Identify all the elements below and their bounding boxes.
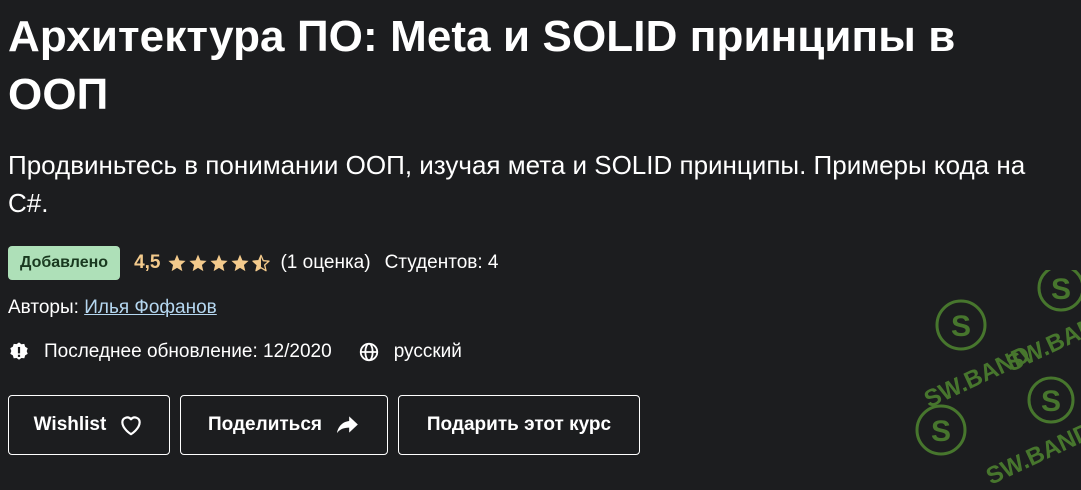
language: русский (358, 341, 462, 363)
authors-label: Авторы: (8, 297, 79, 318)
language-text: русский (393, 341, 462, 362)
course-subtitle: Продвиньтесь в понимании ООП, изучая мет… (8, 150, 1026, 218)
watermark-text-2: SW.BAND (1002, 305, 1081, 377)
watermark-s-4: S (1041, 385, 1061, 418)
gift-label: Подарить этот курс (426, 414, 612, 435)
last-updated-text: Последнее обновление: 12/2020 (44, 341, 332, 362)
watermark-text-3: SW.BAND (982, 418, 1081, 490)
star-icon (210, 254, 229, 272)
status-badge: Добавлено (8, 246, 121, 280)
gift-course-button[interactable]: Подарить этот курс (398, 395, 640, 455)
watermark-s-1: S (951, 310, 971, 343)
authors-line: Авторы: Илья Фофанов (8, 294, 217, 322)
last-updated: Последнее обновление: 12/2020 (8, 341, 332, 363)
share-label: Поделиться (207, 414, 323, 435)
wishlist-button[interactable]: Wishlist (8, 395, 170, 455)
course-header: Архитектура ПО: Meta и SOLID принципы в … (8, 8, 1068, 455)
badge-alert-icon (10, 342, 28, 360)
author-link[interactable]: Илья Фофанов (84, 297, 217, 318)
rating-stars[interactable] (167, 253, 272, 273)
heart-icon (121, 416, 142, 436)
rating-count-link[interactable]: (1 оценка) (280, 252, 370, 274)
rating-value: 4,5 (134, 252, 161, 273)
action-buttons: Wishlist Поделиться Подарить этот курс (8, 395, 650, 455)
star-half-icon (252, 254, 271, 272)
rating-row: Добавлено 4,5 (1 оценка) Студентов: 4 (8, 245, 499, 281)
share-arrow-icon (336, 416, 358, 434)
share-button[interactable]: Поделиться (180, 395, 388, 455)
course-info-row: Последнее обновление: 12/2020 русский (8, 338, 462, 366)
watermark-s-3: S (931, 415, 951, 448)
course-title: Архитектура ПО: Meta и SOLID принципы в … (8, 12, 956, 119)
star-icon (168, 254, 187, 272)
star-icon (231, 254, 250, 272)
wishlist-label: Wishlist (33, 414, 107, 435)
star-icon (189, 254, 208, 272)
watermark-logo: S S S S SW.BAND SW.BAND SW.BAND (915, 270, 1081, 490)
globe-icon (359, 342, 378, 362)
watermark-s-2: S (1051, 273, 1071, 306)
students-count: Студентов: 4 (384, 252, 499, 273)
